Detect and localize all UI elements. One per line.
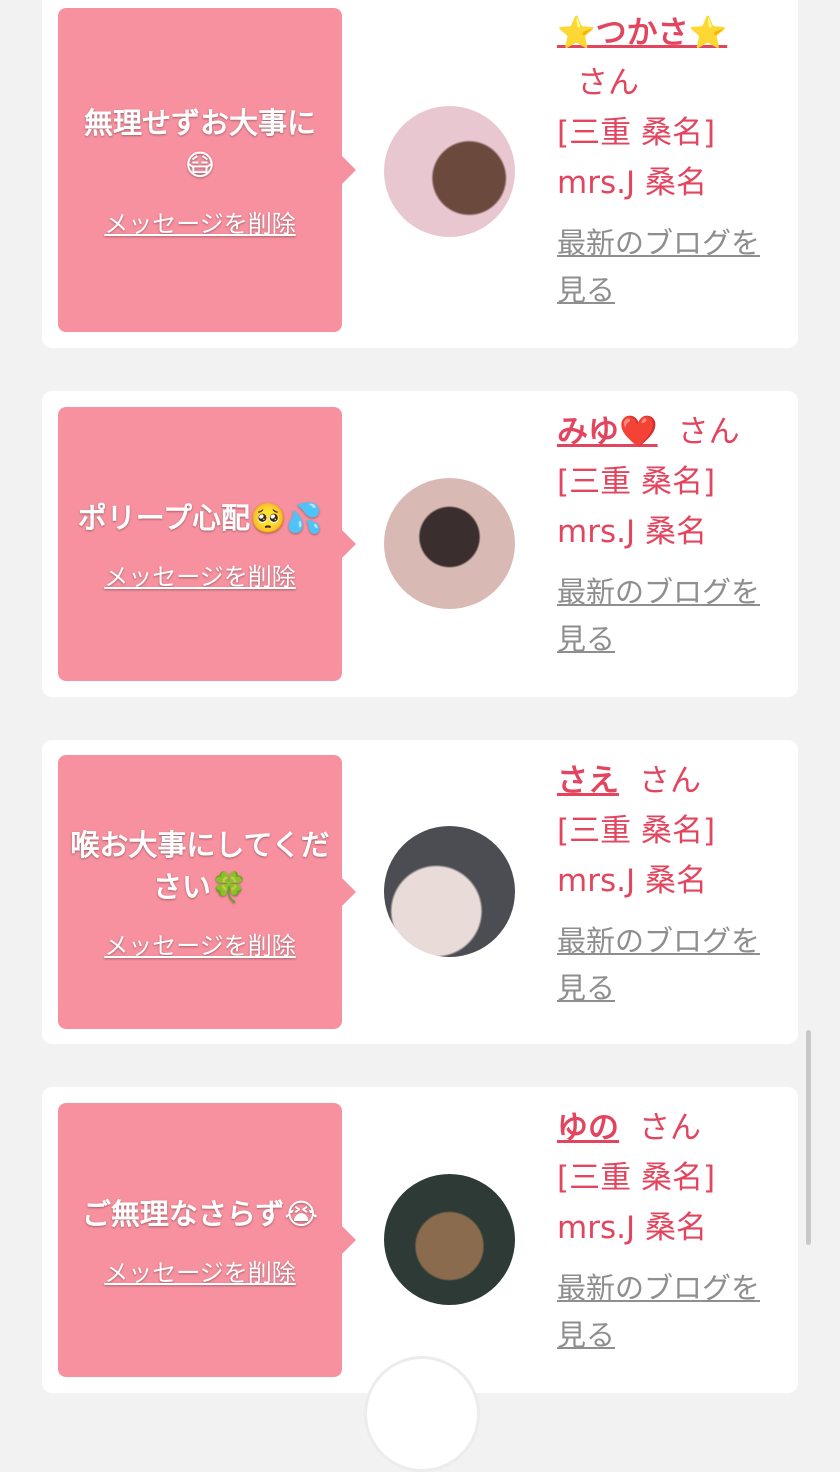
sender-location: [三重 桑名] mrs.J 桑名 bbox=[557, 115, 716, 201]
latest-blog-link[interactable]: 最新のブログを見る bbox=[557, 1265, 777, 1359]
sender-name-link[interactable]: ⭐つかさ⭐ bbox=[557, 15, 727, 51]
honorific: さん bbox=[639, 1110, 701, 1146]
sender-location: [三重 桑名] mrs.J 桑名 bbox=[557, 464, 716, 550]
message-text: ご無理なさらず😭 bbox=[81, 1196, 319, 1231]
avatar[interactable] bbox=[384, 826, 515, 957]
delete-message-link[interactable]: メッセージを削除 bbox=[104, 1253, 296, 1288]
message-bubble: 無理せずお大事に😷 メッセージを削除 bbox=[58, 8, 356, 332]
latest-blog-link[interactable]: 最新のブログを見る bbox=[557, 569, 777, 663]
sender-name-link[interactable]: みゆ❤️ bbox=[557, 414, 658, 450]
sender-info: みゆ❤️ さん [三重 桑名] mrs.J 桑名 最新のブログを見る bbox=[557, 407, 777, 663]
delete-message-link[interactable]: メッセージを削除 bbox=[104, 926, 296, 961]
sender-info: ゆの さん [三重 桑名] mrs.J 桑名 最新のブログを見る bbox=[557, 1103, 777, 1359]
honorific: さん bbox=[639, 763, 701, 799]
avatar[interactable] bbox=[384, 478, 515, 609]
message-text: 喉お大事にしてください🍀 bbox=[70, 827, 330, 904]
message-card: 喉お大事にしてください🍀 メッセージを削除 さえ さん [三重 桑名] mrs.J… bbox=[42, 740, 798, 1044]
delete-message-link[interactable]: メッセージを削除 bbox=[104, 557, 296, 592]
scrollbar[interactable] bbox=[806, 1030, 811, 1245]
message-card: ポリープ心配🥺💦 メッセージを削除 みゆ❤️ さん [三重 桑名] mrs.J 桑… bbox=[42, 391, 798, 697]
sender-name-link[interactable]: さえ bbox=[557, 763, 619, 799]
sender-location: [三重 桑名] mrs.J 桑名 bbox=[557, 813, 716, 899]
honorific: さん bbox=[677, 414, 740, 450]
message-bubble: ポリープ心配🥺💦 メッセージを削除 bbox=[58, 407, 356, 681]
message-text: ポリープ心配🥺💦 bbox=[77, 500, 323, 535]
avatar[interactable] bbox=[384, 1174, 515, 1305]
message-card: ご無理なさらず😭 メッセージを削除 ゆの さん [三重 桑名] mrs.J 桑名 … bbox=[42, 1087, 798, 1393]
latest-blog-link[interactable]: 最新のブログを見る bbox=[557, 220, 777, 314]
message-bubble: 喉お大事にしてください🍀 メッセージを削除 bbox=[58, 755, 356, 1029]
sender-name-link[interactable]: ゆの bbox=[557, 1110, 619, 1146]
message-bubble: ご無理なさらず😭 メッセージを削除 bbox=[58, 1103, 356, 1377]
honorific: さん bbox=[577, 65, 639, 101]
latest-blog-link[interactable]: 最新のブログを見る bbox=[557, 918, 777, 1012]
message-text: 無理せずお大事に😷 bbox=[83, 105, 316, 182]
message-card: 無理せずお大事に😷 メッセージを削除 ⭐つかさ⭐ さん [三重 桑名] mrs.J… bbox=[42, 0, 798, 348]
floating-button[interactable] bbox=[364, 1356, 480, 1472]
sender-info: さえ さん [三重 桑名] mrs.J 桑名 最新のブログを見る bbox=[557, 756, 777, 1012]
delete-message-link[interactable]: メッセージを削除 bbox=[104, 204, 296, 239]
sender-location: [三重 桑名] mrs.J 桑名 bbox=[557, 1160, 716, 1246]
sender-info: ⭐つかさ⭐ さん [三重 桑名] mrs.J 桑名 最新のブログを見る bbox=[557, 8, 777, 314]
avatar[interactable] bbox=[384, 106, 515, 237]
